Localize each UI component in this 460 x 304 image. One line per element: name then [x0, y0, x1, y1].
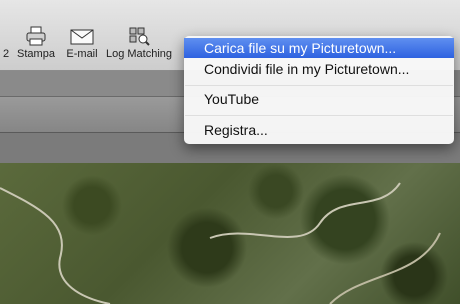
- toolbar-item-label: Log Matching: [105, 48, 173, 60]
- toolbar-item-label: Stampa: [17, 48, 55, 60]
- menu-separator: [185, 115, 453, 116]
- printer-icon: [26, 26, 46, 46]
- log-matching-icon: [129, 27, 150, 46]
- menu-item-youtube[interactable]: YouTube: [184, 89, 454, 109]
- photo-tracks: [0, 182, 441, 304]
- toolbar-item-label: E-mail: [66, 48, 98, 60]
- menu-item-register[interactable]: Registra...: [184, 120, 454, 140]
- toolbar-item-label: 2: [2, 48, 10, 60]
- menu-item-share-picturetown[interactable]: Condividi file in my Picturetown...: [184, 59, 454, 79]
- menu-separator: [185, 85, 453, 86]
- menu-item-upload-picturetown[interactable]: Carica file su my Picturetown...: [184, 38, 454, 58]
- email-button[interactable]: E-mail: [63, 26, 101, 60]
- envelope-icon: [70, 29, 94, 45]
- toolbar-item-partial[interactable]: 2: [1, 26, 11, 60]
- aerial-photo: [0, 163, 460, 304]
- log-matching-button[interactable]: Log Matching: [105, 26, 173, 60]
- print-button[interactable]: Stampa: [14, 26, 58, 60]
- share-menu: Carica file su my Picturetown... Condivi…: [184, 36, 454, 144]
- partial-icon: [1, 26, 11, 46]
